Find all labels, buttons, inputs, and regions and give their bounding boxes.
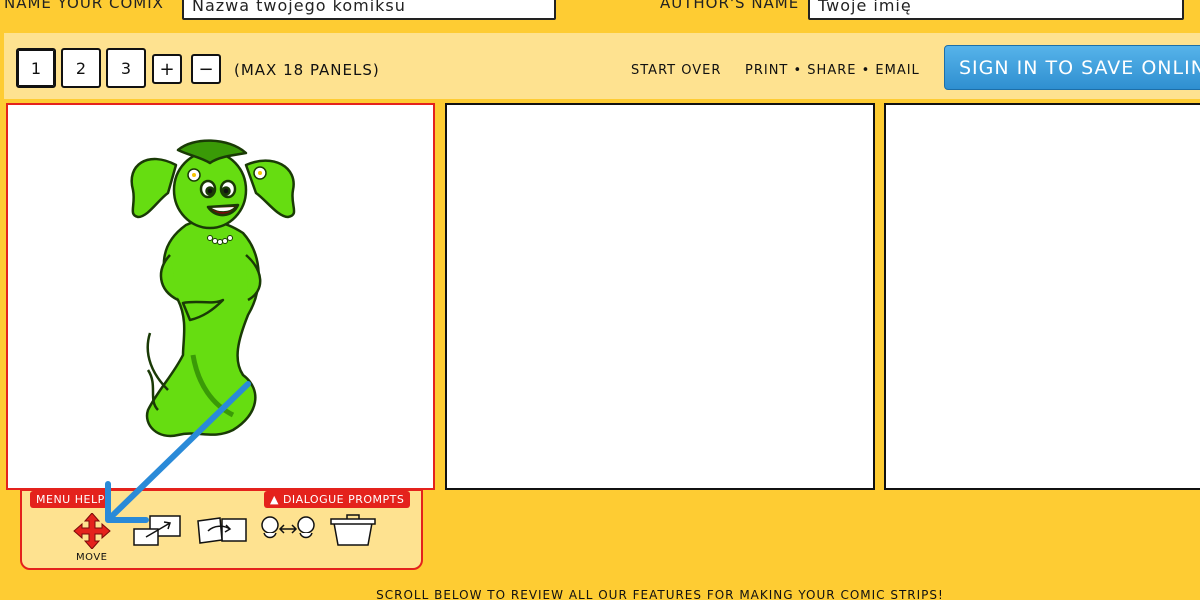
flip-icon[interactable] [194,513,250,547]
panel-1-button[interactable]: 1 [16,48,56,88]
print-share-email-link[interactable]: PRINT • SHARE • EMAIL [745,63,920,78]
start-over-link[interactable]: START OVER [631,63,721,78]
footer-note: SCROLL BELOW TO REVIEW ALL OUR FEATURES … [376,588,944,600]
comic-panel-3[interactable] [884,103,1200,490]
author-name-label: AUTHOR'S NAME [660,0,800,12]
add-panel-button[interactable]: + [152,54,182,84]
swap-characters-icon[interactable] [260,513,316,547]
move-label: MOVE [76,552,108,563]
comic-panel-1[interactable] [6,103,435,490]
max-panels-note: (MAX 18 PANELS) [234,61,380,79]
menu-help-tag[interactable]: MENU HELP [30,491,111,508]
panel-menu: MENU HELP ▲ DIALOGUE PROMPTS MOVE [20,489,423,570]
comix-name-input[interactable]: Nazwa twojego komiksu [182,0,556,20]
header-bar: NAME YOUR COMIX Nazwa twojego komiksu AU… [0,0,1200,32]
comic-panel-2[interactable] [445,103,875,490]
green-ghost-girl-character[interactable] [8,105,433,488]
sign-in-button[interactable]: SIGN IN TO SAVE ONLINE [944,45,1200,90]
author-name-input[interactable]: Twoje imię [808,0,1184,20]
comix-name-label: NAME YOUR COMIX [4,0,164,12]
panel-3-button[interactable]: 3 [106,48,146,88]
panel-2-button[interactable]: 2 [61,48,101,88]
dialogue-prompts-tag[interactable]: ▲ DIALOGUE PROMPTS [264,491,411,508]
remove-panel-button[interactable]: − [191,54,221,84]
trash-icon[interactable] [328,513,378,547]
move-icon[interactable] [66,513,118,549]
resize-icon[interactable] [132,513,184,547]
